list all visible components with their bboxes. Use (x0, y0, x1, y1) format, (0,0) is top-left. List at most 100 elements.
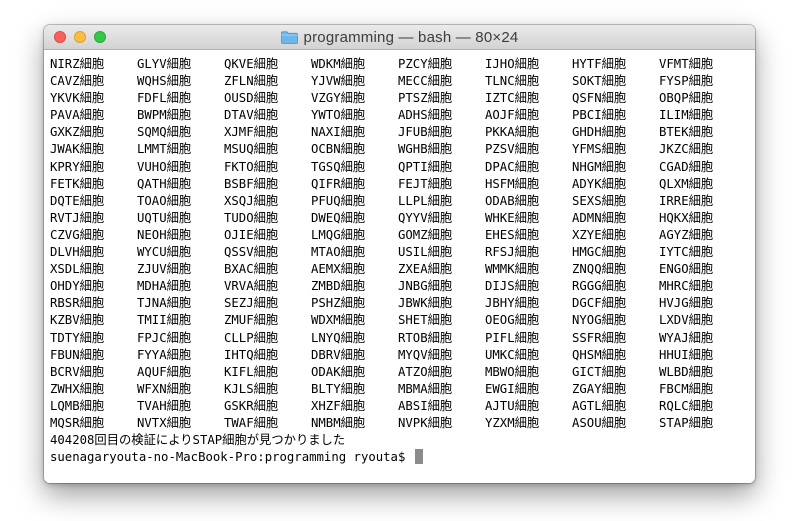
shell-prompt: suenagaryouta-no-MacBook-Pro:programming… (50, 450, 413, 465)
output-cell: ILIM細胞 (659, 108, 714, 123)
output-cell: ADMN細胞 (572, 210, 627, 225)
output-cell: BSBF細胞 (224, 176, 279, 191)
output-cell: ZWHX細胞 (50, 381, 105, 396)
output-cell: TWAF細胞 (224, 415, 279, 430)
output-cell: RQLC細胞 (659, 398, 714, 413)
window-controls (54, 31, 106, 43)
output-cell: LMQG細胞 (311, 227, 366, 242)
output-cell: JFUB細胞 (398, 125, 453, 140)
output-cell: ODAK細胞 (311, 364, 366, 379)
output-cell: KIFL細胞 (224, 364, 279, 379)
terminal-window: programming — bash — 80×24 NIRZ細胞 GLYV細胞 Q… (44, 25, 755, 483)
output-cell: PZCY細胞 (398, 57, 453, 71)
output-cell: IRRE細胞 (659, 193, 714, 208)
output-cell: HSFM細胞 (485, 176, 540, 191)
minimize-button[interactable] (74, 31, 86, 43)
output-cell: RBSR細胞 (50, 296, 105, 311)
output-cell: MECC細胞 (398, 74, 453, 89)
output-cell: USIL細胞 (398, 245, 453, 260)
output-cell: LXDV細胞 (659, 313, 714, 328)
prompt-line[interactable]: suenagaryouta-no-MacBook-Pro:programming… (50, 449, 755, 466)
terminal-output[interactable]: NIRZ細胞 GLYV細胞 QKVE細胞 WDKM細胞 PZCY細胞 IJHO細胞 HYTF… (44, 50, 755, 483)
output-cell: ODAB細胞 (485, 193, 540, 208)
output-cell: OJIE細胞 (224, 227, 279, 242)
output-cell: MSUQ細胞 (224, 142, 279, 157)
output-cell: LLPL細胞 (398, 193, 453, 208)
output-cell: WFXN細胞 (137, 381, 192, 396)
output-cell: PAVA細胞 (50, 108, 105, 123)
output-cell: HVJG細胞 (659, 296, 714, 311)
output-cell: MYQV細胞 (398, 347, 453, 362)
output-cell: NHGM細胞 (572, 159, 627, 174)
output-cell: PFUQ細胞 (311, 193, 366, 208)
output-cell: YWTO細胞 (311, 108, 366, 123)
result-line: 404208回目の検証によりSTAP細胞が見つかりました (50, 433, 346, 448)
output-cell: TDTY細胞 (50, 330, 105, 345)
output-cell: DTAV細胞 (224, 108, 279, 123)
output-cell: FDFL細胞 (137, 91, 192, 106)
output-cell: HMGC細胞 (572, 245, 627, 260)
output-cell: RVTJ細胞 (50, 210, 105, 225)
output-cell: EWGI細胞 (485, 381, 540, 396)
output-cell: RFSJ細胞 (485, 245, 540, 260)
output-cell: NMBM細胞 (311, 415, 366, 430)
output-cell: QSSV細胞 (224, 245, 279, 260)
output-cell: CAVZ細胞 (50, 74, 105, 89)
output-cell: STAP細胞 (659, 415, 714, 430)
output-cell: OHDY細胞 (50, 279, 105, 294)
output-cell: SEZJ細胞 (224, 296, 279, 311)
output-cell: FKTO細胞 (224, 159, 279, 174)
output-cell: GSKR細胞 (224, 398, 279, 413)
output-cell: SOKT細胞 (572, 74, 627, 89)
output-cell: GLYV細胞 (137, 57, 192, 71)
output-cell: KPRY細胞 (50, 159, 105, 174)
output-cell: WYAJ細胞 (659, 330, 714, 345)
output-cell: WLBD細胞 (659, 364, 714, 379)
output-cell: SEXS細胞 (572, 193, 627, 208)
output-cell: ADYK細胞 (572, 176, 627, 191)
output-cell: IHTQ細胞 (224, 347, 279, 362)
close-button[interactable] (54, 31, 66, 43)
output-cell: GHDH細胞 (572, 125, 627, 140)
output-cell: PKKA細胞 (485, 125, 540, 140)
output-cell: BTEK細胞 (659, 125, 714, 140)
output-cell: QATH細胞 (137, 176, 192, 191)
output-cell: FBCM細胞 (659, 381, 714, 396)
output-cell: ZMBD細胞 (311, 279, 366, 294)
output-grid: NIRZ細胞 GLYV細胞 QKVE細胞 WDKM細胞 PZCY細胞 IJHO細胞 HYTF… (50, 56, 755, 432)
output-cell: SHET細胞 (398, 313, 453, 328)
output-cell: MBWO細胞 (485, 364, 540, 379)
output-cell: QKVE細胞 (224, 57, 279, 71)
output-cell: VFMT細胞 (659, 57, 714, 71)
output-cell: OUSD細胞 (224, 91, 279, 106)
output-cell: YJVW細胞 (311, 74, 366, 89)
output-cell: WQHS細胞 (137, 74, 192, 89)
output-cell: OEOG細胞 (485, 313, 540, 328)
output-cell: UQTU細胞 (137, 210, 192, 225)
output-cell: JBHY細胞 (485, 296, 540, 311)
zoom-button[interactable] (94, 31, 106, 43)
output-cell: BWPM細胞 (137, 108, 192, 123)
output-cell: HHUI細胞 (659, 347, 714, 362)
output-cell: QHSM細胞 (572, 347, 627, 362)
output-cell: PSHZ細胞 (311, 296, 366, 311)
output-cell: KZBV細胞 (50, 313, 105, 328)
output-cell: IJHO細胞 (485, 57, 540, 71)
output-cell: MBMA細胞 (398, 381, 453, 396)
output-cell: GOMZ細胞 (398, 227, 453, 242)
output-cell: PTSZ細胞 (398, 91, 453, 106)
output-cell: VZGY細胞 (311, 91, 366, 106)
output-cell: IYTC細胞 (659, 245, 714, 260)
output-cell: BXAC細胞 (224, 262, 279, 277)
output-cell: PZSV細胞 (485, 142, 540, 157)
title-bar[interactable]: programming — bash — 80×24 (44, 25, 755, 50)
output-cell: TVAH細胞 (137, 398, 192, 413)
output-cell: NYOG細胞 (572, 313, 627, 328)
output-cell: ENGO細胞 (659, 262, 714, 277)
output-cell: SQMQ細胞 (137, 125, 192, 140)
output-cell: NVTX細胞 (137, 415, 192, 430)
output-cell: JWAK細胞 (50, 142, 105, 157)
output-cell: WGHB細胞 (398, 142, 453, 157)
output-cell: RTOB細胞 (398, 330, 453, 345)
output-cell: GICT細胞 (572, 364, 627, 379)
